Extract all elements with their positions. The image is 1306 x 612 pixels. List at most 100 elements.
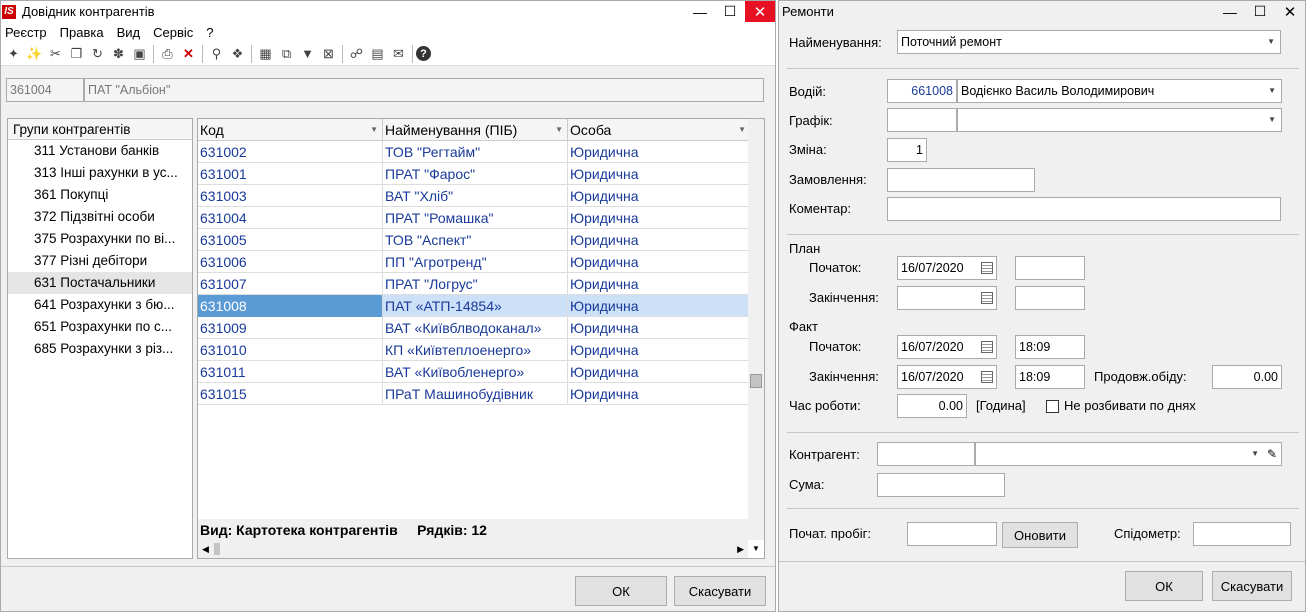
search-icon[interactable]: ⚲ <box>206 44 227 64</box>
table-row[interactable]: 631002 ТОВ "Регтайм" Юридична <box>198 141 748 163</box>
archive-icon[interactable]: ▣ <box>129 44 150 64</box>
table-row[interactable]: 631009 ВАТ «Київблводоканал» Юридична <box>198 317 748 339</box>
fact-end-time-field[interactable]: 18:09 <box>1015 365 1085 389</box>
menu-service[interactable]: Сервіс <box>149 25 202 40</box>
plan-start-time-field[interactable] <box>1015 256 1085 280</box>
new-copy-icon[interactable]: ✨ <box>24 44 45 64</box>
filter-icon[interactable]: ▼ <box>297 44 318 64</box>
table-row[interactable]: 631006 ПП "Агротренд" Юридична <box>198 251 748 273</box>
driver-name-select[interactable]: Водієнко Василь Володимирович ▼ <box>957 79 1282 103</box>
chevron-down-icon[interactable]: ▼ <box>1268 109 1276 131</box>
tree-item[interactable]: 377 Різні дебітори <box>8 250 192 272</box>
group-icon[interactable]: ✽ <box>108 44 129 64</box>
table-row[interactable]: 631007 ПРАТ "Логрус" Юридична <box>198 273 748 295</box>
attach-icon[interactable]: ❖ <box>227 44 248 64</box>
calendar-icon[interactable] <box>981 371 993 383</box>
scroll-thumb[interactable] <box>750 374 762 388</box>
comment-field[interactable] <box>887 197 1281 221</box>
chevron-down-icon[interactable]: ▼ <box>1267 31 1275 53</box>
vertical-scrollbar[interactable]: ▼ <box>748 119 764 553</box>
menu-help[interactable]: ? <box>202 25 222 40</box>
scroll-right-icon[interactable]: ▶ <box>737 540 744 558</box>
mail-icon[interactable]: ✉ <box>388 44 409 64</box>
clear-filter-icon[interactable]: ⊠ <box>318 44 339 64</box>
pencil-icon[interactable]: ✎ <box>1267 443 1277 465</box>
maximize-icon[interactable]: ☐ <box>715 1 745 22</box>
table-row[interactable]: 631003 ВАТ "Хліб" Юридична <box>198 185 748 207</box>
fact-start-time-field[interactable]: 18:09 <box>1015 335 1085 359</box>
counterparty-code-field[interactable] <box>877 442 975 466</box>
tree-item-selected[interactable]: 631 Постачальники <box>8 272 192 294</box>
print-icon[interactable]: ⎙ <box>157 44 178 64</box>
tree-item[interactable]: 313 Інші рахунки в ус... <box>8 162 192 184</box>
ok-button[interactable]: ОК <box>575 576 667 606</box>
calendar-icon[interactable] <box>981 292 993 304</box>
plan-end-date-field[interactable] <box>897 286 997 310</box>
order-field[interactable] <box>887 168 1035 192</box>
fact-end-date-field[interactable]: 16/07/2020 <box>897 365 997 389</box>
help-icon[interactable]: ? <box>416 46 431 61</box>
new-icon[interactable]: ✦ <box>3 44 24 64</box>
driver-code-field[interactable]: 661008 <box>887 79 957 103</box>
column-header-code[interactable]: Код ▼ <box>198 119 383 141</box>
shift-field[interactable]: 1 <box>887 138 927 162</box>
sum-field[interactable] <box>877 473 1005 497</box>
tree-item[interactable]: 311 Установи банків <box>8 140 192 162</box>
menu-registry[interactable]: Реєстр <box>1 25 56 40</box>
horizontal-scrollbar[interactable]: ◀ ▶ <box>198 540 748 558</box>
name-select[interactable]: Поточний ремонт ▼ <box>897 30 1281 54</box>
counterparty-select[interactable]: ▼ ✎ <box>975 442 1282 466</box>
no-split-checkbox[interactable] <box>1046 400 1059 413</box>
tree-item[interactable]: 651 Розрахунки по с... <box>8 316 192 338</box>
cancel-button[interactable]: Скасувати <box>1212 571 1292 601</box>
calendar-icon[interactable] <box>981 341 993 353</box>
export-icon[interactable]: ⧉ <box>276 44 297 64</box>
tree-item[interactable]: 361 Покупці <box>8 184 192 206</box>
schedule-code-field[interactable] <box>887 108 957 132</box>
link-icon[interactable]: ☍ <box>346 44 367 64</box>
table-row[interactable]: 631011 ВАТ «Київобленерго» Юридична <box>198 361 748 383</box>
table-row-selected[interactable]: 631008 ПАТ «АТП-14854» Юридична <box>198 295 748 317</box>
close-icon[interactable]: ✕ <box>1275 1 1305 22</box>
minimize-icon[interactable]: — <box>1215 1 1245 22</box>
calendar-icon[interactable] <box>981 262 993 274</box>
sort-arrow-icon[interactable]: ▼ <box>370 119 378 141</box>
maximize-icon[interactable]: ☐ <box>1245 1 1275 22</box>
menu-edit[interactable]: Правка <box>56 25 113 40</box>
minimize-icon[interactable]: — <box>685 1 715 22</box>
table-row[interactable]: 631005 ТОВ "Аспект" Юридична <box>198 229 748 251</box>
chevron-down-icon[interactable]: ▼ <box>1251 443 1259 465</box>
tree-item[interactable]: 375 Розрахунки по ві... <box>8 228 192 250</box>
mileage-field[interactable] <box>907 522 997 546</box>
scroll-down-icon[interactable]: ▼ <box>748 540 764 558</box>
delete-mark-icon[interactable]: ✂ <box>45 44 66 64</box>
table-row[interactable]: 631010 КП «Київтеплоенерго» Юридична <box>198 339 748 361</box>
tree-item[interactable]: 641 Розрахунки з бю... <box>8 294 192 316</box>
fact-start-date-field[interactable]: 16/07/2020 <box>897 335 997 359</box>
copy-icon[interactable]: ❐ <box>66 44 87 64</box>
table-icon[interactable]: ▦ <box>255 44 276 64</box>
scroll-thumb[interactable] <box>214 543 220 555</box>
schedule-select[interactable]: ▼ <box>957 108 1282 132</box>
close-icon[interactable]: ✕ <box>745 1 775 22</box>
document-icon[interactable]: ▤ <box>367 44 388 64</box>
ok-button[interactable]: ОК <box>1125 571 1203 601</box>
tree-item[interactable]: 372 Підзвітні особи <box>8 206 192 228</box>
sort-arrow-icon[interactable]: ▼ <box>738 119 746 141</box>
column-header-person[interactable]: Особа ▼ <box>568 119 750 141</box>
speedometer-field[interactable] <box>1193 522 1291 546</box>
menu-view[interactable]: Вид <box>113 25 150 40</box>
sort-arrow-icon[interactable]: ▼ <box>555 119 563 141</box>
table-row[interactable]: 631015 ПРаТ Машинобудівник Юридична <box>198 383 748 405</box>
update-button[interactable]: Оновити <box>1002 522 1078 548</box>
cancel-button[interactable]: Скасувати <box>674 576 766 606</box>
plan-end-time-field[interactable] <box>1015 286 1085 310</box>
delete-icon[interactable]: ✕ <box>178 44 199 64</box>
plan-start-date-field[interactable]: 16/07/2020 <box>897 256 997 280</box>
table-row[interactable]: 631004 ПРАТ "Ромашка" Юридична <box>198 207 748 229</box>
column-header-name[interactable]: Найменування (ПІБ) ▼ <box>383 119 568 141</box>
table-row[interactable]: 631001 ПРАТ "Фарос" Юридична <box>198 163 748 185</box>
refresh-icon[interactable]: ↻ <box>87 44 108 64</box>
chevron-down-icon[interactable]: ▼ <box>1268 80 1276 102</box>
lunch-field[interactable]: 0.00 <box>1212 365 1282 389</box>
